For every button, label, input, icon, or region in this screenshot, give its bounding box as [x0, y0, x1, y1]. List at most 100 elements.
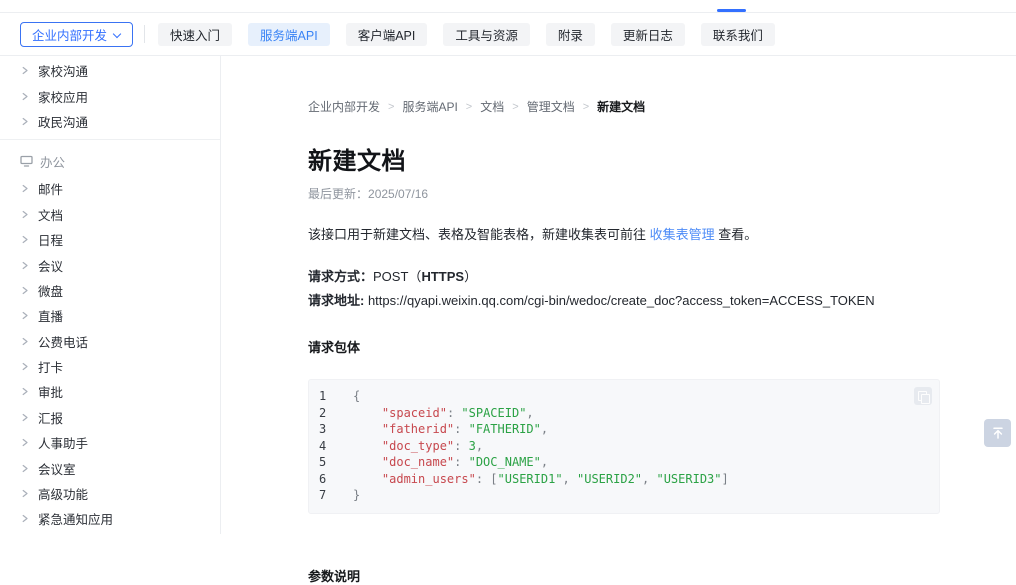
chevron-right-icon: [21, 438, 29, 447]
code-line: 4 "doc_type": 3,: [319, 438, 925, 455]
code-text: }: [353, 487, 360, 504]
last-updated-date: 2025/07/16: [368, 187, 428, 201]
breadcrumb-item[interactable]: 管理文档: [527, 98, 575, 115]
request-body-heading: 请求包体: [308, 337, 1016, 356]
sidebar-section-header: 办公: [0, 149, 220, 173]
sidebar-item[interactable]: 文档: [0, 202, 220, 227]
paren-close: ）: [464, 269, 477, 284]
breadcrumb-item[interactable]: 企业内部开发: [308, 98, 380, 115]
sidebar-item[interactable]: 高级功能: [0, 481, 220, 506]
nav-tab[interactable]: 快速入门: [158, 23, 232, 46]
line-number: 1: [319, 388, 341, 405]
chevron-right-icon: [21, 362, 29, 371]
breadcrumb: 企业内部开发>服务端API>文档>管理文档>新建文档: [308, 56, 1016, 115]
request-method-line: 请求方式：POST（HTTPS）: [308, 268, 1016, 286]
sidebar-item-label: 汇报: [38, 408, 63, 427]
sidebar-item[interactable]: 政民沟通: [0, 109, 220, 134]
line-number: 7: [319, 487, 341, 504]
sidebar-item[interactable]: 人事助手: [0, 430, 220, 455]
sidebar-section-label: 办公: [40, 152, 65, 171]
code-line: 6 "admin_users": ["USERID1", "USERID2", …: [319, 471, 925, 488]
request-url-value: https://qyapi.weixin.qq.com/cgi-bin/wedo…: [364, 293, 874, 308]
sidebar-item-label: 打卡: [38, 357, 63, 376]
breadcrumb-item[interactable]: 文档: [480, 98, 504, 115]
sidebar-item-label: 家校沟通: [38, 61, 88, 80]
sidebar-item[interactable]: 打卡: [0, 354, 220, 379]
collection-form-link[interactable]: 收集表管理: [650, 227, 715, 242]
page-body: 家校沟通家校应用政民沟通办公邮件文档日程会议微盘直播公费电话打卡审批汇报人事助手…: [0, 56, 1016, 534]
sidebar-item[interactable]: 会议室: [0, 455, 220, 480]
breadcrumb-item[interactable]: 服务端API: [402, 98, 457, 115]
code-line: 2 "spaceid": "SPACEID",: [319, 405, 925, 422]
product-selector-dropdown[interactable]: 企业内部开发: [20, 22, 133, 47]
product-selector-label: 企业内部开发: [32, 25, 107, 44]
line-number: 3: [319, 421, 341, 438]
description: 该接口用于新建文档、表格及智能表格，新建收集表可前往 收集表管理 查看。: [308, 224, 1016, 243]
chevron-right-icon: [21, 92, 29, 101]
sidebar-item-label: 高级功能: [38, 484, 88, 503]
code-line: 5 "doc_name": "DOC_NAME",: [319, 454, 925, 471]
copy-glyph: [918, 391, 928, 402]
sidebar-item[interactable]: 直播: [0, 303, 220, 328]
chevron-right-icon: [21, 489, 29, 498]
sidebar-item-label: 文档: [38, 205, 63, 224]
request-url-line: 请求地址: https://qyapi.weixin.qq.com/cgi-bi…: [308, 292, 1016, 310]
chevron-right-icon: [21, 311, 29, 320]
chevron-down-icon: [114, 29, 121, 36]
monitor-icon: [20, 155, 33, 167]
sidebar-item[interactable]: 会议: [0, 252, 220, 277]
nav-tab[interactable]: 客户端API: [346, 23, 428, 46]
sidebar-item[interactable]: 家校沟通: [0, 58, 220, 83]
top-header-strip: [0, 0, 1016, 13]
sidebar-item[interactable]: 日程: [0, 227, 220, 252]
sidebar-item[interactable]: 汇报: [0, 405, 220, 430]
request-url-label: 请求地址:: [308, 293, 364, 308]
sidebar-item[interactable]: 邮件: [0, 176, 220, 201]
sidebar-item-label: 公费电话: [38, 332, 88, 351]
code-text: "spaceid": "SPACEID",: [353, 405, 534, 422]
nav-tab[interactable]: 联系我们: [701, 23, 775, 46]
active-tab-underline: [717, 9, 746, 12]
sidebar-item-label: 会议: [38, 256, 63, 275]
sidebar-item[interactable]: 审批: [0, 379, 220, 404]
chevron-right-icon: [21, 286, 29, 295]
secondary-nav: 企业内部开发 快速入门服务端API 客户端API 工具与资源附录更新日志联系我们: [0, 13, 1016, 56]
nav-tab[interactable]: 服务端API: [248, 23, 330, 46]
nav-tab[interactable]: 工具与资源: [443, 23, 530, 46]
chevron-right-icon: [21, 66, 29, 75]
arrow-up-to-line-icon: [991, 426, 1005, 440]
sidebar-item-label: 政民沟通: [38, 112, 88, 131]
sidebar-item-label: 直播: [38, 306, 63, 325]
chevron-right-icon: [21, 337, 29, 346]
code-text: "doc_name": "DOC_NAME",: [353, 454, 548, 471]
back-to-top-button[interactable]: [984, 419, 1011, 447]
chevron-right-icon: [21, 235, 29, 244]
code-text: {: [353, 388, 360, 405]
chevron-right-icon: [21, 413, 29, 422]
paren-open: （: [408, 269, 421, 284]
sidebar-item[interactable]: 公费电话: [0, 329, 220, 354]
line-number: 4: [319, 438, 341, 455]
chevron-right-icon: [21, 387, 29, 396]
line-number: 5: [319, 454, 341, 471]
line-number: 6: [319, 471, 341, 488]
sidebar-item-label: 人事助手: [38, 433, 88, 452]
sidebar-item[interactable]: 紧急通知应用: [0, 506, 220, 531]
copy-icon[interactable]: [914, 387, 932, 405]
sidebar-item[interactable]: 家校应用: [0, 83, 220, 108]
sidebar: 家校沟通家校应用政民沟通办公邮件文档日程会议微盘直播公费电话打卡审批汇报人事助手…: [0, 56, 221, 534]
main-content: 企业内部开发>服务端API>文档>管理文档>新建文档 新建文档 最后更新：202…: [221, 56, 1016, 534]
request-method-label: 请求方式：: [308, 269, 373, 284]
breadcrumb-separator-icon: >: [583, 101, 589, 113]
chevron-right-icon: [21, 210, 29, 219]
description-text-tail: 查看。: [715, 227, 758, 242]
description-text: 该接口用于新建文档、表格及智能表格，新建收集表可前往: [308, 227, 650, 242]
last-updated: 最后更新：2025/07/16: [308, 185, 1016, 202]
code-line: 1{: [319, 388, 925, 405]
chevron-right-icon: [21, 514, 29, 523]
sidebar-item[interactable]: 微盘: [0, 278, 220, 303]
nav-tab[interactable]: 更新日志: [611, 23, 685, 46]
request-method-value: POST: [373, 269, 408, 284]
breadcrumb-item: 新建文档: [597, 98, 645, 115]
nav-tab[interactable]: 附录: [546, 23, 595, 46]
